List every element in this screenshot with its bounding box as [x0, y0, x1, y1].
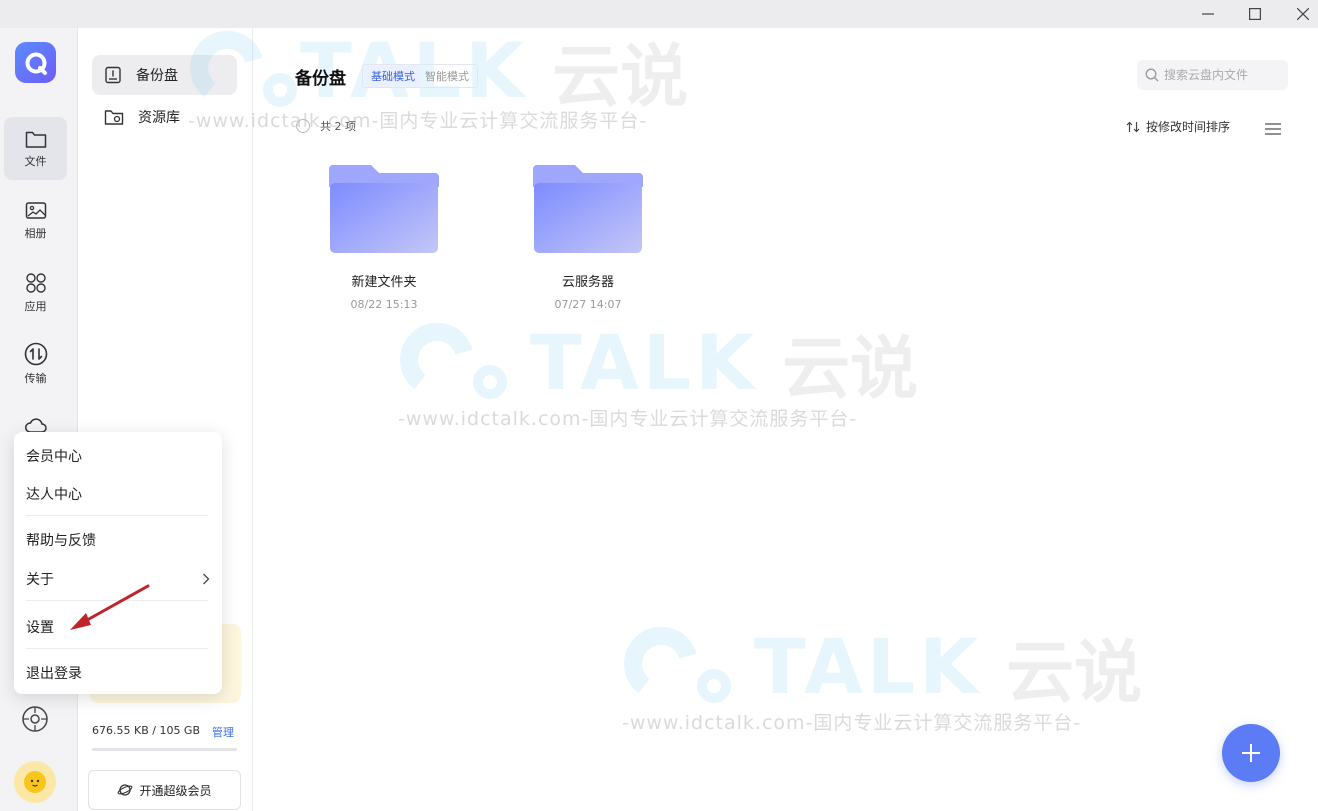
menu-label: 会员中心 [26, 449, 82, 465]
count-label: 共 2 项 [320, 120, 356, 133]
apps-grid-icon [25, 272, 46, 293]
watermark-brand-cn: 云说 [782, 329, 919, 409]
avatar[interactable] [14, 761, 56, 803]
folder-date: 08/22 15:13 [350, 298, 418, 311]
watermark: TALK 云说 -www.idctalk.com-国内专业云计算交流服务平台- [614, 616, 1142, 735]
search-box[interactable] [1137, 60, 1288, 90]
menu-label: 关于 [26, 572, 54, 588]
watermark-brand-cn: 云说 [552, 37, 689, 117]
watermark-sub: -www.idctalk.com-国内专业云计算交流服务平台- [188, 110, 648, 132]
sidebar-label-library: 资源库 [138, 110, 180, 126]
menu-item-help[interactable]: 帮助与反馈 [26, 530, 210, 550]
menu-divider [26, 648, 208, 649]
mode-basic[interactable]: 基础模式 [366, 65, 420, 87]
folder-date: 07/27 14:07 [554, 298, 622, 311]
cloud-logo-icon [25, 52, 47, 75]
folder-item[interactable]: 新建文件夹 08/22 15:13 [329, 165, 439, 311]
open-vip-button[interactable]: 开通超级会员 [88, 770, 241, 810]
page-title: 备份盘 [295, 69, 346, 89]
minimize-icon [1202, 13, 1214, 15]
menu-divider [26, 515, 208, 516]
list-view-icon [1265, 123, 1281, 135]
watermark-brand: TALK [754, 621, 983, 711]
folder-name: 云服务器 [561, 275, 614, 290]
search-icon [1145, 68, 1159, 82]
minimize-button[interactable] [1185, 0, 1231, 28]
watermark: TALK 云说 -www.idctalk.com-国内专业云计算交流服务平台- [390, 312, 918, 431]
maximize-button[interactable] [1232, 0, 1278, 28]
folder-name: 新建文件夹 [351, 275, 417, 290]
menu-item-logout[interactable]: 退出登录 [26, 663, 210, 683]
library-folder-icon [104, 110, 124, 125]
folder-icon [25, 131, 46, 148]
menu-label: 设置 [26, 620, 54, 636]
mode-switch: 基础模式 智能模式 [362, 64, 478, 88]
watermark-logo-icon [624, 626, 731, 703]
rail-label-apps: 应用 [24, 299, 47, 313]
backup-drive-icon [105, 66, 121, 84]
search-input[interactable] [1164, 68, 1284, 82]
watermark-logo-icon [400, 322, 507, 399]
sidebar-item-backup[interactable]: 备份盘 [92, 55, 237, 95]
rail-item-album[interactable]: 相册 [4, 189, 67, 252]
sun-avatar-icon [24, 771, 46, 793]
photo-icon [25, 201, 46, 219]
select-all-checkbox[interactable] [296, 119, 310, 133]
rail-item-apps[interactable]: 应用 [4, 261, 67, 324]
chevron-right-icon [203, 573, 210, 585]
mode-smart[interactable]: 智能模式 [420, 65, 474, 87]
item-count: 共 2 项 [296, 118, 356, 134]
folder-icon [329, 165, 439, 253]
view-toggle-button[interactable] [1265, 120, 1281, 139]
rail-label-album: 相册 [24, 226, 47, 240]
annotation-arrow-icon [70, 584, 150, 630]
folder-icon [533, 165, 643, 253]
title-bar [0, 0, 1318, 28]
menu-label: 达人中心 [26, 487, 82, 503]
transfer-icon [24, 342, 47, 365]
folder-item[interactable]: 云服务器 07/27 14:07 [533, 165, 643, 311]
close-button[interactable] [1280, 0, 1318, 28]
gear-icon [22, 706, 48, 732]
user-menu-popup: 会员中心 达人中心 帮助与反馈 关于 设置 退出登录 [14, 432, 222, 694]
menu-item-expert-center[interactable]: 达人中心 [26, 484, 210, 504]
watermark-sub: -www.idctalk.com-国内专业云计算交流服务平台- [622, 712, 1082, 734]
add-button[interactable] [1222, 724, 1280, 782]
watermark-sub: -www.idctalk.com-国内专业云计算交流服务平台- [398, 408, 858, 430]
app-logo [15, 42, 56, 83]
storage-bar [92, 748, 237, 751]
rail-label-files: 文件 [24, 154, 47, 168]
sidebar-item-library[interactable]: 资源库 [92, 97, 237, 137]
sort-button[interactable]: 按修改时间排序 [1126, 118, 1230, 135]
manage-storage-link[interactable]: 管理 [212, 724, 234, 740]
sort-label: 按修改时间排序 [1146, 120, 1231, 134]
close-icon [1297, 8, 1309, 20]
watermark-brand-cn: 云说 [1006, 633, 1143, 713]
menu-label: 退出登录 [26, 666, 82, 682]
rail-label-transfer: 传输 [24, 371, 47, 385]
menu-item-member-center[interactable]: 会员中心 [26, 446, 210, 466]
maximize-icon [1249, 8, 1261, 20]
sort-icon [1126, 121, 1140, 132]
sidebar-label-backup: 备份盘 [136, 68, 178, 84]
storage-usage: 676.55 KB / 105 GB [92, 724, 201, 737]
rail-item-transfer[interactable]: 传输 [4, 332, 67, 395]
vip-label: 开通超级会员 [139, 783, 212, 798]
settings-gear-button[interactable] [20, 704, 50, 734]
menu-label: 帮助与反馈 [26, 533, 96, 549]
rail-item-files[interactable]: 文件 [4, 117, 67, 180]
plus-icon [1242, 744, 1260, 762]
planet-icon [118, 784, 133, 796]
watermark-brand: TALK [530, 317, 759, 407]
